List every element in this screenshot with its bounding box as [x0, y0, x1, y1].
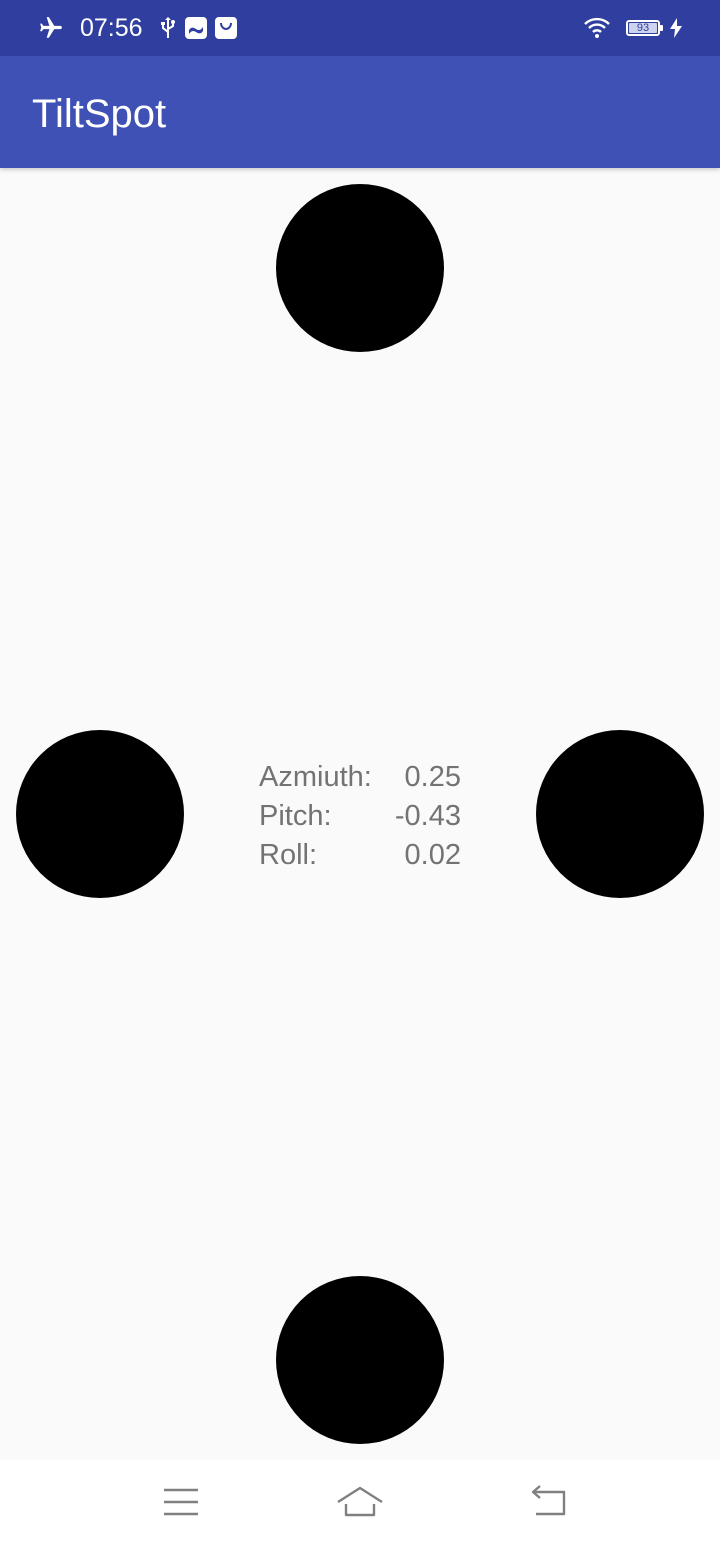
battery-level-text: 93 [636, 22, 650, 34]
menu-icon[interactable] [156, 1482, 204, 1522]
pitch-row: Pitch: -0.43 [259, 797, 461, 836]
azimuth-label: Azmiuth: [259, 761, 372, 793]
charging-icon [670, 18, 682, 38]
bag-notification-icon [214, 17, 237, 39]
main-content: Azmiuth: 0.25 Pitch: -0.43 Roll: 0.02 [0, 168, 720, 1460]
battery-icon: 93 [626, 20, 663, 36]
usb-icon [159, 16, 177, 40]
home-icon[interactable] [336, 1482, 384, 1522]
app-title: TiltSpot [32, 92, 167, 136]
pitch-label: Pitch: [259, 800, 332, 832]
status-bar: 07:56 93 [0, 0, 720, 56]
app-bar: TiltSpot [0, 56, 720, 168]
spot-left [16, 730, 184, 898]
back-icon[interactable] [524, 1482, 572, 1522]
spot-right [536, 730, 704, 898]
roll-value: 0.02 [404, 839, 461, 871]
status-bar-right: 93 [584, 14, 682, 42]
pitch-value: -0.43 [394, 800, 461, 832]
spot-bottom [276, 1276, 444, 1444]
azimuth-row: Azmiuth: 0.25 [259, 758, 461, 797]
roll-row: Roll: 0.02 [259, 836, 461, 875]
roll-label: Roll: [259, 839, 318, 871]
status-time: 07:56 [80, 14, 143, 42]
photos-notification-icon [184, 17, 207, 39]
spot-top [276, 184, 444, 352]
status-bar-left: 07:56 [38, 14, 245, 42]
airplane-mode-icon [38, 15, 64, 41]
sensor-readout: Azmiuth: 0.25 Pitch: -0.43 Roll: 0.02 [259, 758, 461, 875]
wifi-icon [584, 17, 610, 39]
azimuth-value: 0.25 [404, 761, 461, 793]
navigation-bar [0, 1460, 720, 1544]
